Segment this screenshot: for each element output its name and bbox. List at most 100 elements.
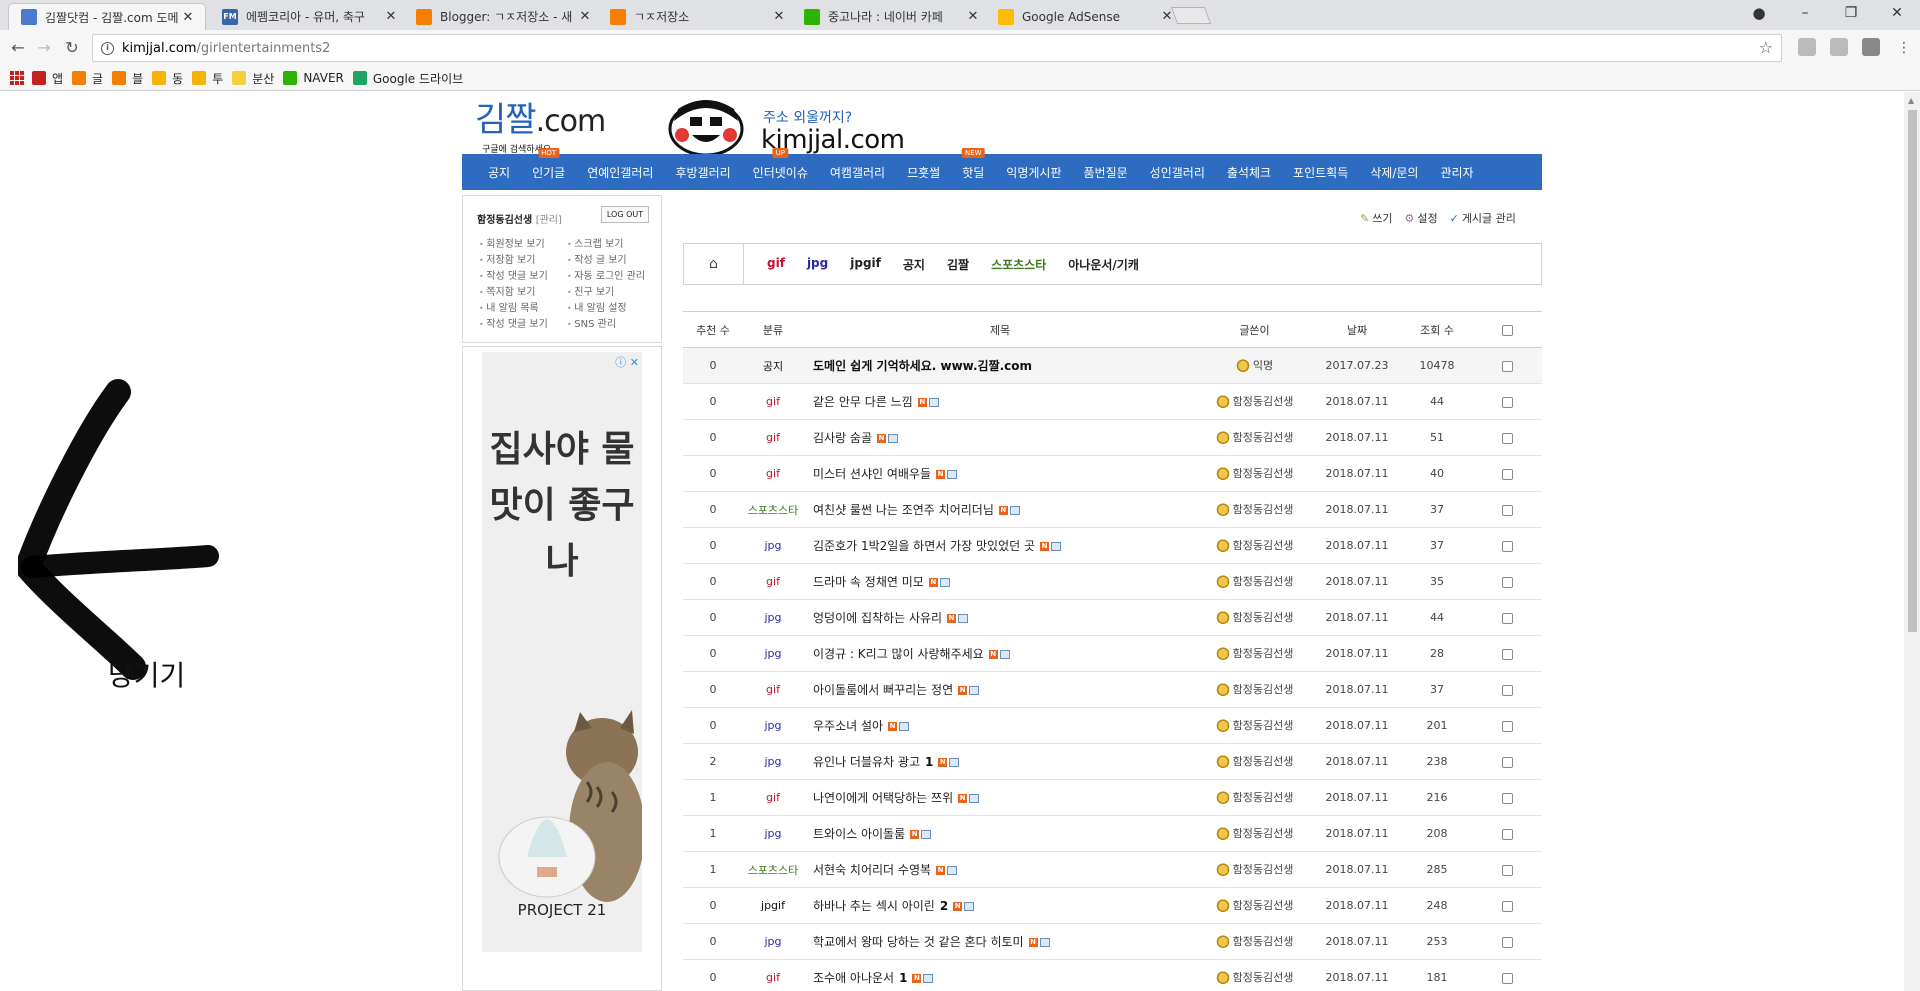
nav-item[interactable]: 인기글 HOT	[532, 147, 565, 181]
writer[interactable]: 함정동김선생	[1215, 861, 1293, 877]
nav-item[interactable]: 포인트획득	[1293, 164, 1348, 181]
writer[interactable]: 함정동김선생	[1215, 681, 1293, 697]
new-tab-button[interactable]	[1170, 7, 1212, 24]
profile-icon[interactable]: ●	[1736, 0, 1782, 28]
table-row[interactable]: 0 jpg 김준호가 1박2일을 하면서 가장 맛있었던 곳 N 함정동김선생 2018.…	[683, 527, 1542, 564]
member-menu-link[interactable]: 자동 로그인 관리	[567, 270, 663, 283]
row-category[interactable]: 스포츠스타	[743, 851, 803, 888]
post-title-link[interactable]: 나연이에게 어택당하는 쯔위	[813, 791, 953, 805]
row-checkbox[interactable]	[1501, 792, 1513, 804]
row-category[interactable]: jpg	[743, 923, 803, 960]
row-category[interactable]: jpgif	[743, 887, 803, 924]
row-category[interactable]: 공지	[743, 347, 803, 384]
bookmark-item[interactable]: 앱	[32, 70, 63, 87]
row-checkbox[interactable]	[1501, 576, 1513, 588]
table-row[interactable]: 0 gif 조수애 아나운서 1 N 함정동김선생 2018.07.11 181	[683, 959, 1542, 991]
table-row[interactable]: 1 jpg 트와이스 아이돌룸 N 함정동김선생 2018.07.11 208	[683, 815, 1542, 852]
restore-button[interactable]: ❐	[1828, 0, 1874, 28]
row-checkbox[interactable]	[1501, 396, 1513, 408]
col-votes[interactable]: 추천 수	[683, 311, 743, 348]
writer[interactable]: 함정동김선생	[1215, 537, 1293, 553]
row-checkbox[interactable]	[1501, 756, 1513, 768]
writer[interactable]: 함정동김선생	[1215, 789, 1293, 805]
bookmark-star-icon[interactable]: ☆	[1759, 38, 1773, 57]
col-views[interactable]: 조회 수	[1402, 311, 1472, 348]
row-checkbox[interactable]	[1501, 432, 1513, 444]
row-checkbox[interactable]	[1501, 972, 1513, 984]
post-title-link[interactable]: 김준호가 1박2일을 하면서 가장 맛있었던 곳	[813, 539, 1035, 553]
browser-tab[interactable]: Blogger: ㄱㅈ저장소 - 새 ✕	[404, 3, 602, 30]
post-title-link[interactable]: 아이돌룸에서 뻐꾸리는 정연	[813, 683, 953, 697]
writer[interactable]: 함정동김선생	[1215, 933, 1293, 949]
browser-tab[interactable]: Google AdSense ✕	[986, 3, 1184, 30]
nav-item[interactable]: 익명게시판	[1006, 164, 1061, 181]
row-category[interactable]: gif	[743, 959, 803, 991]
nav-item[interactable]: 여캠갤러리	[830, 164, 885, 181]
post-title-link[interactable]: 드라마 속 정채연 미모	[813, 575, 924, 589]
category-link[interactable]: gif	[767, 256, 785, 273]
col-date[interactable]: 날짜	[1312, 311, 1402, 348]
row-category[interactable]: gif	[743, 779, 803, 816]
nav-item[interactable]: 관리자	[1440, 164, 1473, 181]
table-row[interactable]: 0 jpg 이경규 : K리그 많이 사랑해주세요 N 함정동김선생 2018.07.11…	[683, 635, 1542, 672]
bookmark-item[interactable]: 분산	[232, 70, 274, 87]
scroll-up-icon[interactable]: ▲	[1908, 96, 1914, 105]
nav-item[interactable]: 품번질문	[1084, 164, 1128, 181]
table-row[interactable]: 0 jpgif 하바나 추는 섹시 아이린 2 N 함정동김선생 2018.07.11 248	[683, 887, 1542, 924]
post-title-link[interactable]: 여친샷 룰썬 나는 조연주 치어리더님	[813, 503, 994, 517]
member-menu-link[interactable]: 내 알림 설정	[567, 302, 663, 315]
page-scrollbar[interactable]: ▲	[1904, 92, 1920, 991]
browser-tab[interactable]: FM 에펨코리아 - 유머, 축구 ✕	[210, 3, 408, 30]
nav-item[interactable]: 므흣썰	[907, 164, 940, 181]
writer[interactable]: 함정동김선생	[1215, 501, 1293, 517]
row-checkbox[interactable]	[1501, 936, 1513, 948]
writer[interactable]: 함정동김선생	[1215, 825, 1293, 841]
row-checkbox[interactable]	[1501, 648, 1513, 660]
category-link[interactable]: 김짤	[947, 256, 969, 273]
table-row[interactable]: 0 jpg 엉덩이에 집착하는 사유리 N 함정동김선생 2018.07.11 44	[683, 599, 1542, 636]
table-row[interactable]: 0 jpg 우주소녀 설아 N 함정동김선생 2018.07.11 201	[683, 707, 1542, 744]
nav-item[interactable]: 성인갤러리	[1150, 164, 1205, 181]
table-row[interactable]: 0 gif 미스터 션샤인 여배우들 N 함정동김선생 2018.07.11 40	[683, 455, 1542, 492]
member-menu-link[interactable]: 쪽지함 보기	[479, 286, 567, 299]
member-menu-link[interactable]: 작성 글 보기	[567, 254, 663, 267]
back-icon[interactable]: ←	[6, 36, 30, 60]
address-bar[interactable]: i kimjjal.com/girlentertainments2 ☆	[92, 34, 1782, 62]
post-title-link[interactable]: 엉덩이에 집착하는 사유리	[813, 611, 942, 625]
writer[interactable]: 함정동김선생	[1215, 393, 1293, 409]
post-title-link[interactable]: 미스터 션샤인 여배우들	[813, 467, 931, 481]
row-category[interactable]: gif	[743, 419, 803, 456]
category-link[interactable]: 공지	[903, 256, 925, 273]
writer[interactable]: 익명	[1235, 357, 1273, 373]
menu-icon[interactable]: ⋮	[1892, 36, 1916, 60]
row-category[interactable]: jpg	[743, 527, 803, 564]
header-banner[interactable]: 주소 외울꺼지? kimjjal.com	[668, 99, 928, 155]
scrollbar-thumb[interactable]	[1908, 110, 1917, 632]
member-menu-link[interactable]: 친구 보기	[567, 286, 663, 299]
table-row[interactable]: 0 jpg 학교에서 왕따 당하는 것 같은 혼다 히토미 N 함정동김선생 2018.0…	[683, 923, 1542, 960]
member-menu-link[interactable]: SNS 관리	[567, 318, 663, 331]
table-row[interactable]: 0 스포츠스타 여친샷 룰썬 나는 조연주 치어리더님 N 함정동김선생 2018.07.…	[683, 491, 1542, 528]
browser-tab[interactable]: ㄱㅈ저장소 ✕	[598, 3, 796, 30]
manage-posts-link[interactable]: ✓ 게시글 관리	[1450, 210, 1516, 226]
post-title-link[interactable]: 트와이스 아이돌룸	[813, 827, 905, 841]
close-window-button[interactable]: ✕	[1874, 0, 1920, 28]
nav-item[interactable]: 공지	[488, 164, 510, 181]
row-category[interactable]: jpg	[743, 743, 803, 780]
table-row[interactable]: 0 공지 도메인 쉽게 기억하세요. www.김짤.com 익명 2017.07.23 1…	[683, 347, 1542, 384]
row-checkbox[interactable]	[1501, 720, 1513, 732]
post-title-link[interactable]: 하바나 추는 섹시 아이린	[813, 899, 935, 913]
row-category[interactable]: jpg	[743, 815, 803, 852]
browser-tab[interactable]: 중고나라 : 네이버 카페 ✕	[792, 3, 990, 30]
category-link[interactable]: jpgif	[850, 256, 881, 273]
writer[interactable]: 함정동김선생	[1215, 645, 1293, 661]
tab-close-icon[interactable]: ✕	[772, 9, 786, 24]
bookmark-item[interactable]: 동	[152, 70, 183, 87]
row-category[interactable]: gif	[743, 671, 803, 708]
table-row[interactable]: 0 gif 김사랑 숨골 N 함정동김선생 2018.07.11 51	[683, 419, 1542, 456]
apps-icon[interactable]	[10, 71, 24, 85]
adchoices-icon[interactable]: ⓘ ✕	[615, 354, 639, 370]
bookmark-item[interactable]: 글	[72, 70, 103, 87]
writer[interactable]: 함정동김선생	[1215, 465, 1293, 481]
tab-close-icon[interactable]: ✕	[181, 10, 195, 25]
